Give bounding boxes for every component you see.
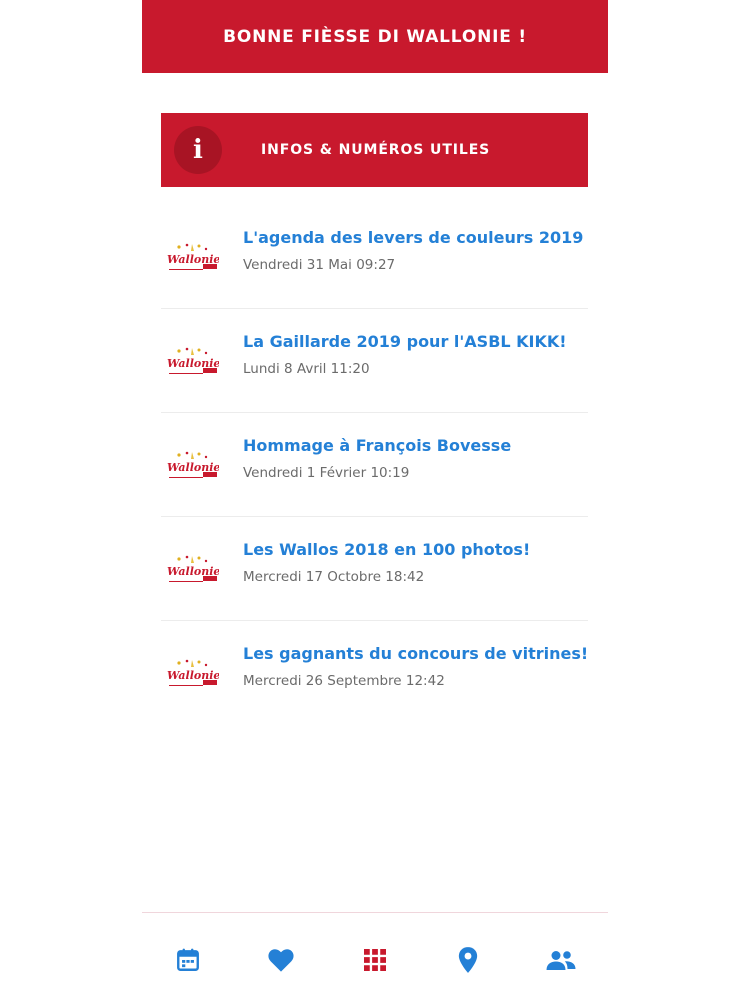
tab-contacts[interactable] (536, 935, 586, 985)
wallonie-logo-thumbnail: Wallonie (167, 555, 219, 582)
info-icon-glyph: i (193, 135, 203, 165)
tab-map[interactable] (443, 935, 493, 985)
calendar-icon (177, 948, 199, 971)
news-title: L'agenda des levers de couleurs 2019 (243, 228, 584, 247)
top-header: BONNE FIÈSSE DI WALLONIE ! (142, 0, 608, 73)
news-title: Hommage à François Bovesse (243, 436, 512, 455)
wallonie-logo-thumbnail: Wallonie (167, 347, 219, 374)
heart-icon (268, 949, 294, 972)
info-icon: i (174, 126, 222, 174)
news-item[interactable]: Wallonie La Gaillarde 2019 pour l'ASBL K… (161, 309, 588, 413)
app-screen: BONNE FIÈSSE DI WALLONIE ! i INFOS & NUM… (142, 0, 608, 1000)
news-date: Lundi 8 Avril 11:20 (243, 361, 370, 377)
news-title: Les gagnants du concours de vitrines! (243, 644, 589, 663)
grid-icon (364, 949, 386, 971)
news-date: Vendredi 1 Février 10:19 (243, 465, 410, 481)
info-useful-numbers-button[interactable]: i INFOS & NUMÉROS UTILES (161, 113, 588, 187)
news-item[interactable]: Wallonie Hommage à François Bovesse Vend… (161, 413, 588, 517)
wallonie-logo-thumbnail: Wallonie (167, 243, 219, 270)
tab-menu-grid[interactable] (350, 935, 400, 985)
wallonie-logo-thumbnail: Wallonie (167, 659, 219, 686)
news-date: Vendredi 31 Mai 09:27 (243, 257, 396, 273)
news-list: Wallonie L'agenda des levers de couleurs… (161, 205, 588, 724)
bottom-tab-bar (142, 935, 608, 985)
location-pin-icon (458, 947, 478, 973)
tabbar-divider (142, 912, 608, 913)
news-date: Mercredi 26 Septembre 12:42 (243, 673, 445, 689)
news-item[interactable]: Wallonie Les Wallos 2018 en 100 photos! … (161, 517, 588, 621)
people-icon (546, 951, 576, 970)
news-item[interactable]: Wallonie Les gagnants du concours de vit… (161, 621, 588, 724)
wallonie-logo-thumbnail: Wallonie (167, 451, 219, 478)
news-date: Mercredi 17 Octobre 18:42 (243, 569, 425, 585)
tab-favorites[interactable] (256, 935, 306, 985)
news-title: La Gaillarde 2019 pour l'ASBL KIKK! (243, 332, 567, 351)
info-banner-label: INFOS & NUMÉROS UTILES (261, 142, 491, 158)
news-item[interactable]: Wallonie L'agenda des levers de couleurs… (161, 205, 588, 309)
tab-agenda[interactable] (163, 935, 213, 985)
news-title: Les Wallos 2018 en 100 photos! (243, 540, 531, 559)
header-title: BONNE FIÈSSE DI WALLONIE ! (223, 26, 527, 47)
